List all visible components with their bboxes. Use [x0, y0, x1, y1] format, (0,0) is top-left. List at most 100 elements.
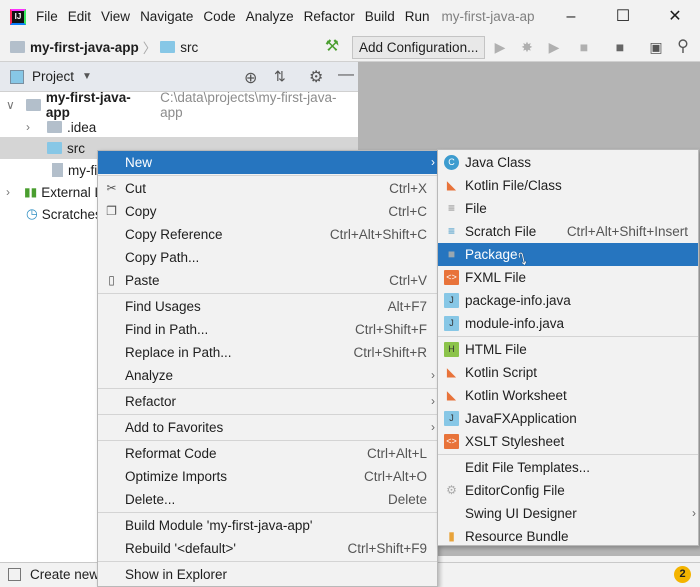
gear-icon[interactable]: ⚙	[309, 67, 323, 87]
menu-item-label: Swing UI Designer	[465, 506, 577, 521]
menu-item-editorconfig-file[interactable]: ⚙ EditorConfig File	[438, 479, 698, 502]
menu-item-swing-ui-designer[interactable]: Swing UI Designer ›	[438, 502, 698, 525]
menu-item-analyze[interactable]: Analyze ›	[98, 364, 437, 387]
terminal-icon[interactable]: ▣	[648, 39, 664, 55]
menu-item-java-class[interactable]: C Java Class	[438, 151, 698, 174]
scratches-icon: ◷	[26, 206, 38, 221]
javafx-icon: J	[444, 411, 459, 426]
chevron-right-icon: ›	[431, 155, 435, 169]
menu-item-label: XSLT Stylesheet	[465, 434, 565, 449]
locate-icon[interactable]: ⊕	[244, 68, 257, 88]
breadcrumb-src-label: src	[180, 39, 199, 55]
new-submenu: C Java Class ◣ Kotlin File/Class ≡ File ≡ Scrat…	[437, 149, 699, 546]
html-file-icon: H	[444, 342, 459, 357]
minimize-button[interactable]: –	[548, 0, 594, 33]
menu-run[interactable]: Run	[405, 9, 430, 24]
file-icon: ≡	[447, 201, 455, 215]
menu-item-kotlin-worksheet[interactable]: ◣ Kotlin Worksheet	[438, 384, 698, 407]
menu-item-edit-file-templates[interactable]: Edit File Templates...	[438, 456, 698, 479]
xslt-icon: <>	[444, 434, 459, 449]
menu-separator	[98, 561, 437, 562]
menu-item-paste[interactable]: ▯ Paste Ctrl+V	[98, 269, 437, 292]
menu-item-module-info-java[interactable]: Jmodule-info.java	[438, 312, 698, 335]
chevron-down-icon[interactable]: ▼	[82, 71, 92, 82]
checkbox-icon[interactable]	[8, 568, 21, 581]
menu-item-label: Find Usages	[125, 299, 201, 314]
hide-icon[interactable]: —	[338, 66, 354, 84]
navigation-toolbar: my-first-java-app 〉 src ⚒ Add Configurat…	[0, 33, 700, 62]
breadcrumb-src[interactable]: src	[160, 40, 198, 55]
menu-item-label: module-info.java	[465, 316, 565, 331]
debug-icon[interactable]: ✸	[519, 39, 535, 55]
close-window-button[interactable]: ✕	[652, 0, 698, 33]
menu-item-file[interactable]: ≡ File	[438, 197, 698, 220]
menu-edit[interactable]: Edit	[68, 9, 91, 24]
menu-item-package[interactable]: ■ Package	[438, 243, 698, 266]
menu-item-copy[interactable]: ❐ Copy Ctrl+C	[98, 200, 437, 223]
menu-navigate[interactable]: Navigate	[140, 9, 193, 24]
tree-label: src	[67, 140, 85, 156]
menu-item-refactor[interactable]: Refactor ›	[98, 390, 437, 413]
breadcrumb-separator-icon: 〉	[142, 41, 157, 56]
tree-item-root[interactable]: ∨ my-first-java-app C:\data\projects\my-fi…	[0, 90, 358, 120]
menu-item-show-in-explorer[interactable]: Show in Explorer	[98, 563, 437, 586]
shortcut-label: Ctrl+Shift+F9	[347, 541, 427, 556]
menu-item-copy-reference[interactable]: Copy Reference Ctrl+Alt+Shift+C	[98, 223, 437, 246]
menu-item-add-to-favorites[interactable]: Add to Favorites ›	[98, 416, 437, 439]
menu-item-xslt-stylesheet[interactable]: <> XSLT Stylesheet	[438, 430, 698, 453]
java-file-icon: J	[444, 316, 459, 331]
menu-item-copy-path[interactable]: Copy Path...	[98, 246, 437, 269]
tree-item-idea[interactable]: › .idea	[0, 116, 358, 138]
menu-item-scratch-file[interactable]: ≡ Scratch File Ctrl+Alt+Shift+Insert	[438, 220, 698, 243]
menu-item-kotlin-script[interactable]: ◣ Kotlin Script	[438, 361, 698, 384]
maximize-button[interactable]: ☐	[600, 0, 646, 33]
project-view-icon	[10, 69, 24, 84]
menu-item-reformat-code[interactable]: Reformat Code Ctrl+Alt+L	[98, 442, 437, 465]
search-icon[interactable]: ⚲	[675, 39, 691, 55]
build-hammer-icon[interactable]: ⚒	[324, 39, 340, 55]
tree-label: Scratches	[41, 206, 102, 222]
menu-build[interactable]: Build	[365, 9, 395, 24]
chevron-right-icon: ›	[431, 394, 435, 408]
menu-item-package-info-java[interactable]: Jpackage-info.java	[438, 289, 698, 312]
menu-item-javafxapplication[interactable]: J JavaFXApplication	[438, 407, 698, 430]
menu-item-cut[interactable]: ✂ Cut Ctrl+X	[98, 177, 437, 200]
menu-item-delete[interactable]: Delete... Delete	[98, 488, 437, 511]
menu-item-rebuild-default[interactable]: Rebuild '<default>' Ctrl+Shift+F9	[98, 537, 437, 560]
menu-item-resource-bundle[interactable]: ▮ Resource Bundle	[438, 525, 698, 548]
menu-item-html-file[interactable]: H HTML File	[438, 338, 698, 361]
kotlin-worksheet-icon: ◣	[446, 388, 457, 402]
menu-item-find-usages[interactable]: Find Usages Alt+F7	[98, 295, 437, 318]
project-structure-icon[interactable]: ■	[612, 39, 628, 55]
menu-item-build-module-my-first-java-app[interactable]: Build Module 'my-first-java-app'	[98, 514, 437, 537]
coverage-icon[interactable]: ▶	[546, 39, 562, 55]
menu-item-new[interactable]: New ›	[98, 151, 437, 174]
menu-file[interactable]: File	[36, 9, 58, 24]
shortcut-label: Ctrl+C	[388, 204, 427, 219]
fxml-file-icon: <>	[444, 270, 459, 285]
menu-item-find-in-path[interactable]: Find in Path... Ctrl+Shift+F	[98, 318, 437, 341]
notification-badge[interactable]: 2	[674, 566, 691, 583]
project-view-title[interactable]: Project	[32, 69, 74, 84]
menu-refactor[interactable]: Refactor	[304, 9, 355, 24]
collapse-all-icon[interactable]: ⇅	[274, 68, 286, 85]
stop-icon[interactable]: ■	[576, 39, 592, 55]
project-panel-header: Project ▼ ⊕ ⇅ ⚙ —	[0, 62, 358, 92]
menu-item-fxml-file[interactable]: <> FXML File	[438, 266, 698, 289]
menu-item-label: Package	[465, 247, 518, 262]
menu-view[interactable]: View	[101, 9, 130, 24]
shortcut-label: Ctrl+Alt+Shift+C	[329, 227, 427, 242]
menu-item-kotlin-file-class[interactable]: ◣ Kotlin File/Class	[438, 174, 698, 197]
module-folder-icon	[26, 99, 41, 111]
menu-code[interactable]: Code	[203, 9, 235, 24]
window-title: my-first-java-ap	[441, 9, 535, 24]
menu-item-optimize-imports[interactable]: Optimize Imports Ctrl+Alt+O	[98, 465, 437, 488]
clipboard-icon: ▯	[108, 273, 115, 287]
add-configuration-button[interactable]: Add Configuration...	[352, 36, 486, 59]
chevron-right-icon: ›	[431, 420, 435, 434]
menu-analyze[interactable]: Analyze	[246, 9, 294, 24]
run-icon[interactable]: ▶	[492, 39, 508, 55]
menu-item-replace-in-path[interactable]: Replace in Path... Ctrl+Shift+R	[98, 341, 437, 364]
menu-item-label: Kotlin File/Class	[465, 178, 562, 193]
breadcrumb-project[interactable]: my-first-java-app	[10, 40, 139, 55]
